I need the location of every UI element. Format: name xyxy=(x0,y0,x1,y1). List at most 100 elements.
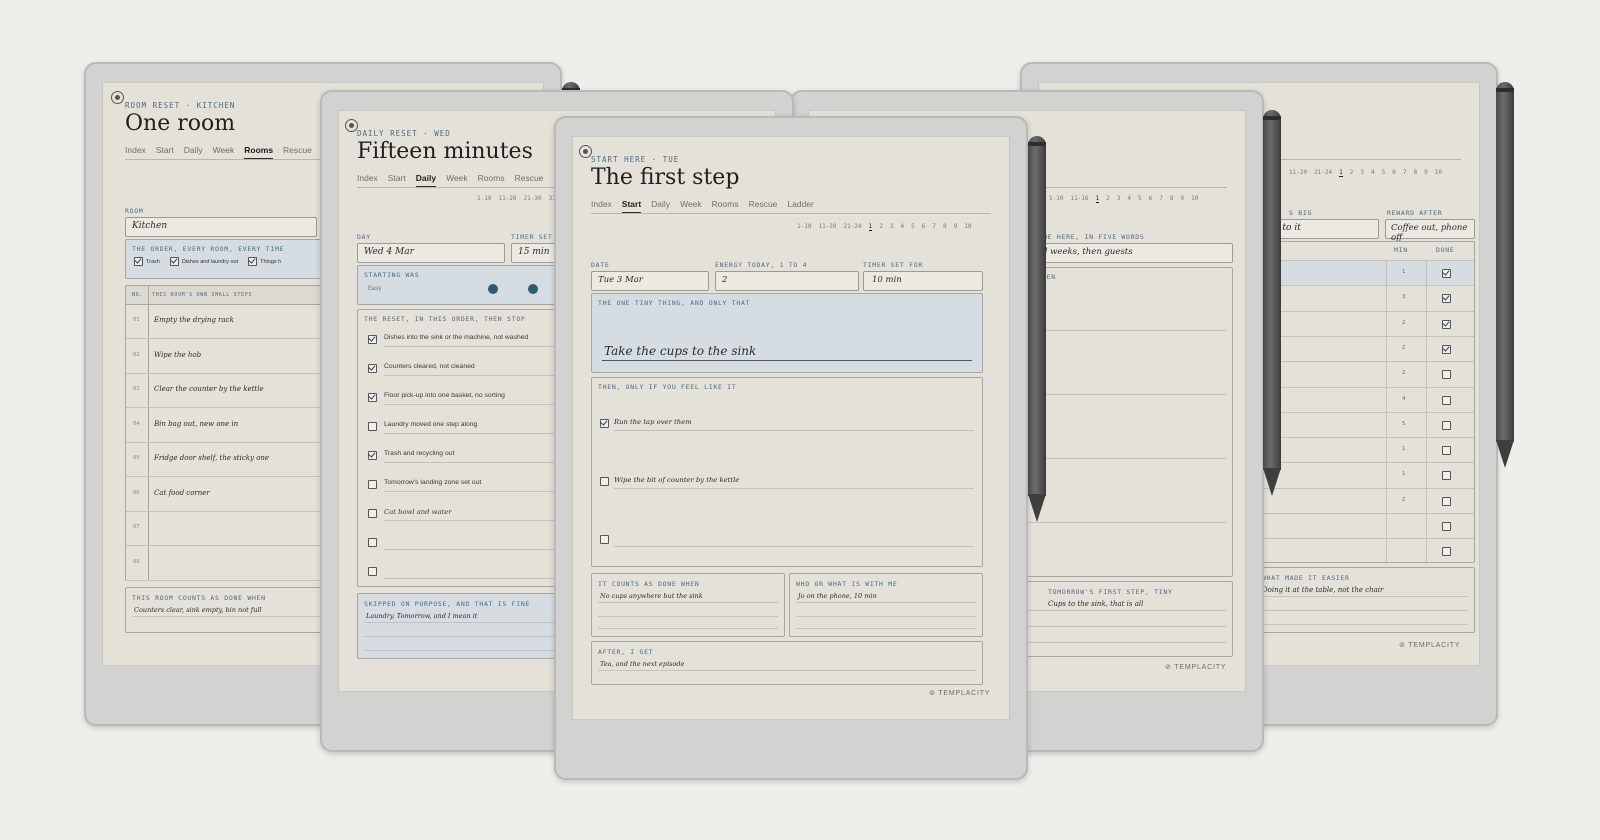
table-row[interactable]: 2 xyxy=(1256,310,1474,337)
page-link[interactable]: 2 xyxy=(1106,195,1110,203)
page-link[interactable]: 1 xyxy=(1339,169,1343,177)
energy-dot[interactable] xyxy=(528,284,538,294)
page-link[interactable]: 8 xyxy=(943,223,947,231)
tab-start[interactable]: Start xyxy=(621,199,642,214)
page-link[interactable]: 9 xyxy=(1181,195,1185,203)
page-link[interactable]: 21-24 xyxy=(844,223,862,231)
page-link[interactable]: 3 xyxy=(1360,169,1364,177)
checkbox[interactable] xyxy=(368,509,377,518)
task-item[interactable]: Dishes into the sink or the machine, not… xyxy=(368,332,570,347)
order-item[interactable]: Trash xyxy=(134,257,160,266)
checkbox[interactable] xyxy=(368,567,377,576)
task-item[interactable] xyxy=(368,535,570,550)
page-link[interactable]: 11-20 xyxy=(498,195,516,202)
done-checkbox[interactable] xyxy=(1442,395,1451,405)
table-row[interactable]: 05 Fridge door shelf, the sticky one xyxy=(126,442,326,477)
stylus-front[interactable] xyxy=(1028,136,1046,522)
page-link[interactable]: 10 xyxy=(1191,195,1198,203)
tab-index[interactable]: Index xyxy=(591,199,612,214)
page-link[interactable]: 11-20 xyxy=(1289,169,1307,177)
then-item[interactable]: Wipe the bit of counter by the kettle xyxy=(600,474,974,490)
table-row[interactable]: 1 xyxy=(1256,462,1474,489)
ladder-pager[interactable]: 11-20 21-24 1 2 3 4 5 6 7 8 9 10 xyxy=(1289,169,1442,177)
tab-week[interactable]: Week xyxy=(213,145,235,160)
table-row[interactable]: 1 xyxy=(1256,437,1474,464)
done-checkbox[interactable] xyxy=(1442,294,1451,304)
page-link[interactable]: 10 xyxy=(964,223,971,231)
page-link[interactable]: 1-10 xyxy=(477,195,491,202)
checkbox[interactable] xyxy=(368,480,377,489)
task-item[interactable]: Counters cleared, not cleaned xyxy=(368,361,570,376)
page-link[interactable]: 5 xyxy=(1138,195,1142,203)
checkbox[interactable] xyxy=(368,451,377,460)
start-date-field[interactable]: Tue 3 Mar xyxy=(591,271,709,291)
week-pager[interactable]: 1-10 11-16 1 2 3 4 5 6 7 8 9 10 xyxy=(1049,195,1198,203)
room-done-box[interactable]: THIS ROOM COUNTS AS DONE WHEN Counters c… xyxy=(125,587,327,633)
task-item[interactable]: Floor pick-up into one basket, no sortin… xyxy=(368,390,570,405)
page-link[interactable]: 3 xyxy=(1117,195,1121,203)
tab-daily[interactable]: Daily xyxy=(184,145,203,160)
ladder-reward-field[interactable]: Coffee out, phone off xyxy=(1385,219,1475,243)
table-row[interactable]: 1 xyxy=(1256,260,1474,286)
checkbox[interactable] xyxy=(368,335,377,344)
week-section-box[interactable]: EEN xyxy=(1019,267,1233,577)
page-link[interactable]: 7 xyxy=(932,223,936,231)
page-link[interactable]: 7 xyxy=(1403,169,1407,177)
tab-index[interactable]: Index xyxy=(357,173,378,188)
table-row[interactable]: 06 Cat food corner xyxy=(126,477,326,512)
tab-ladder[interactable]: Ladder xyxy=(787,199,813,214)
done-checkbox[interactable] xyxy=(1442,269,1451,278)
tab-rooms[interactable]: Rooms xyxy=(712,199,739,214)
tab-rooms[interactable]: Rooms xyxy=(244,145,274,160)
page-link[interactable]: 6 xyxy=(922,223,926,231)
tab-start[interactable]: Start xyxy=(388,173,406,188)
table-row[interactable]: 03 Clear the counter by the kettle xyxy=(126,373,326,408)
tab-daily[interactable]: Daily xyxy=(415,173,437,188)
start-who-box[interactable]: WHO OR WHAT IS WITH ME Jo on the phone, … xyxy=(789,573,983,637)
tab-daily[interactable]: Daily xyxy=(651,199,670,214)
page-link[interactable]: 2 xyxy=(879,223,883,231)
start-energy-field[interactable]: 2 xyxy=(715,271,859,291)
energy-dot[interactable] xyxy=(488,284,498,294)
start-pager[interactable]: 1-10 11-20 21-24 1 2 3 4 5 6 7 8 9 10 xyxy=(797,223,971,231)
page-link[interactable]: 8 xyxy=(1414,169,1418,177)
page-link[interactable]: 8 xyxy=(1170,195,1174,203)
then-item[interactable]: Run the tap over them xyxy=(600,416,974,432)
stylus-middle-right[interactable] xyxy=(1263,110,1281,496)
start-counts-box[interactable]: IT COUNTS AS DONE WHEN No cups anywhere … xyxy=(591,573,785,637)
checkbox[interactable] xyxy=(248,257,258,266)
page-link[interactable]: 1-10 xyxy=(1049,195,1063,203)
checkbox[interactable] xyxy=(368,393,377,402)
done-checkbox[interactable] xyxy=(1442,547,1451,557)
daily-pager[interactable]: 1-1011-2021-3031- xyxy=(477,195,559,202)
page-link[interactable]: 21-24 xyxy=(1314,169,1332,177)
done-checkbox[interactable] xyxy=(1442,446,1451,456)
task-item[interactable] xyxy=(368,564,570,579)
table-row[interactable]: 2 xyxy=(1256,487,1474,514)
start-timer-field[interactable]: 10 min xyxy=(863,271,983,291)
done-checkbox[interactable] xyxy=(1442,420,1451,430)
week-words-field[interactable]: d weeks, then guests xyxy=(1019,243,1233,263)
page-link[interactable]: 4 xyxy=(1371,169,1375,177)
page-link[interactable]: 3 xyxy=(890,223,894,231)
tab-index[interactable]: Index xyxy=(125,145,146,160)
checkbox[interactable] xyxy=(368,422,377,431)
table-row[interactable]: 08 xyxy=(126,546,326,581)
page-link[interactable]: 1 xyxy=(868,223,873,231)
page-link[interactable]: 6 xyxy=(1149,195,1153,203)
task-item[interactable]: Cat bowl and water xyxy=(368,506,570,521)
done-checkbox[interactable] xyxy=(1442,522,1451,531)
tab-start[interactable]: Start xyxy=(156,145,174,160)
week-tomorrow-box[interactable]: TOMORROW'S FIRST STEP, TINY Cups to the … xyxy=(1019,581,1233,657)
table-row[interactable]: 07 xyxy=(126,511,326,546)
task-item[interactable]: Trash and recycling out xyxy=(368,448,570,463)
select-icon[interactable] xyxy=(111,91,124,104)
done-checkbox[interactable] xyxy=(1442,370,1451,380)
start-tiny-box[interactable]: THE ONE TINY THING, AND ONLY THAT Take t… xyxy=(591,293,983,373)
page-link[interactable]: 1-10 xyxy=(797,223,811,231)
checkbox[interactable] xyxy=(169,257,179,266)
checkbox[interactable] xyxy=(600,477,609,486)
room-field[interactable]: Kitchen xyxy=(125,217,317,237)
table-row[interactable]: 4 xyxy=(1256,386,1474,413)
checkbox[interactable] xyxy=(600,419,609,428)
